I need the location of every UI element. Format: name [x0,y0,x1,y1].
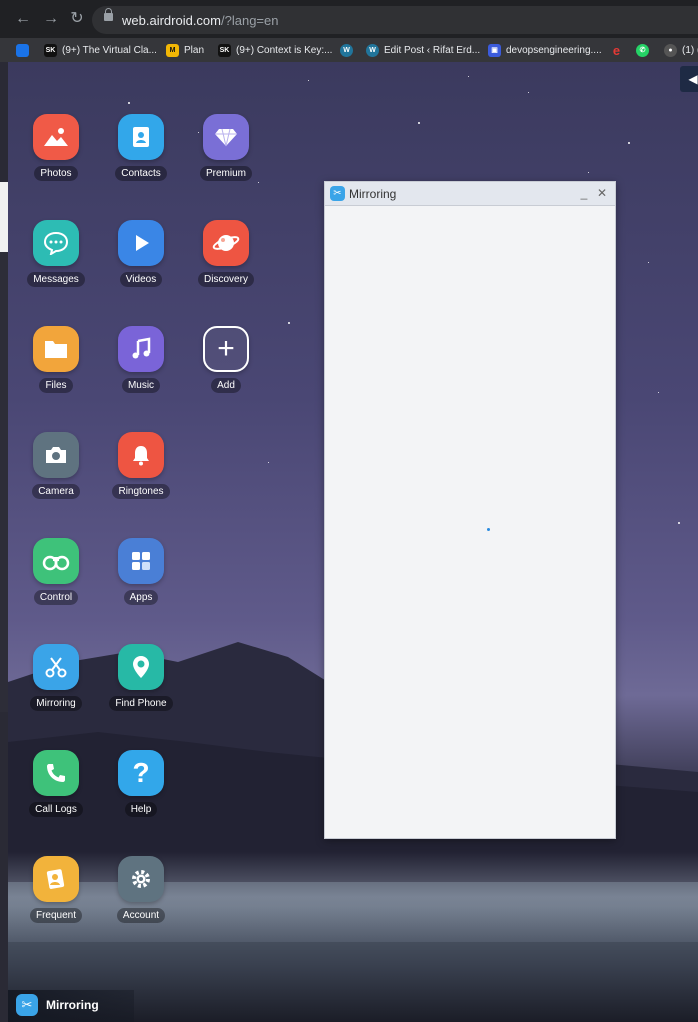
find-phone-icon [118,644,164,690]
app-add[interactable]: + Add [191,326,261,393]
chevron-left-icon: ◀ [688,72,698,86]
bookmark-item[interactable]: SK (9+) The Virtual Cla... [44,42,157,58]
messages-icon [33,220,79,266]
close-icon[interactable]: ✕ [595,185,609,201]
discovery-icon [203,220,249,266]
app-account[interactable]: Account [106,856,176,923]
e-icon: e [612,42,621,58]
wordpress-icon: W [366,43,379,57]
contacts-icon [118,114,164,160]
loading-indicator [487,528,490,531]
ringtones-icon [118,432,164,478]
mirroring-icon: ✂ [330,186,345,201]
sk-icon: SK [44,43,57,57]
bookmark-item[interactable]: ▣ devopsengineering.... [488,42,602,58]
bookmark-item[interactable]: ✆ [636,42,654,58]
forward-icon[interactable]: → [42,10,60,28]
call-logs-icon [33,750,79,796]
whatsapp-icon: ✆ [636,43,649,57]
person-icon: ● [664,43,677,57]
app-call-logs[interactable]: Call Logs [21,750,91,817]
bookmark-item[interactable]: W [340,42,358,58]
app-find-phone[interactable]: Find Phone [106,644,176,711]
mirroring-icon [33,644,79,690]
bookmark-item[interactable]: e [610,42,628,58]
app-camera[interactable]: Camera [21,432,91,499]
bookmark-item[interactable]: ● (1) ( [664,42,698,58]
app-videos[interactable]: Videos [106,220,176,287]
help-icon: ? [118,750,164,796]
app-apps[interactable]: Apps [106,538,176,605]
taskbar: ✂ Mirroring [8,990,134,1022]
minimize-icon[interactable]: _ [577,185,591,201]
address-bar[interactable]: web.airdroid.com/?lang=en [92,6,698,34]
mirroring-icon[interactable]: ✂ [16,994,38,1016]
bookmark-item[interactable]: W Edit Post ‹ Rifat Erd... [366,42,480,58]
app-discovery[interactable]: Discovery [191,220,261,287]
app-contacts[interactable]: Contacts [106,114,176,181]
app-premium[interactable]: Premium [191,114,261,181]
cube-icon [16,43,29,57]
premium-icon [203,114,249,160]
app-ringtones[interactable]: Ringtones [106,432,176,499]
apps-icon [118,538,164,584]
left-window-edge [0,62,8,1022]
app-frequent[interactable]: Frequent [21,856,91,923]
bookmark-item[interactable] [16,42,34,58]
camera-icon [33,432,79,478]
videos-icon [118,220,164,266]
app-mirroring[interactable]: Mirroring [21,644,91,711]
frequent-icon [33,856,79,902]
photos-icon [33,114,79,160]
app-photos[interactable]: Photos [21,114,91,181]
add-icon: + [203,326,249,372]
app-control[interactable]: Control [21,538,91,605]
taskbar-item-mirroring[interactable]: Mirroring [46,998,99,1012]
bookmark-item[interactable]: SK (9+) Context is Key:... [218,42,332,58]
collapse-panel-button[interactable]: ◀ [680,66,698,92]
lock-icon [104,8,113,21]
plan-icon: M [166,43,179,57]
reload-icon[interactable]: ↻ [68,10,86,28]
app-files[interactable]: Files [21,326,91,393]
mirroring-window-titlebar[interactable]: ✂ Mirroring _ ✕ [325,182,615,206]
bookmark-item[interactable]: M Plan [166,42,204,58]
control-icon [33,538,79,584]
music-icon [118,326,164,372]
wordpress-icon: W [340,43,353,57]
url-text: web.airdroid.com/?lang=en [122,13,279,28]
app-help[interactable]: ? Help [106,750,176,817]
app-messages[interactable]: Messages [21,220,91,287]
browser-toolbar: ← → ↻ web.airdroid.com/?lang=en [0,0,698,38]
bookmarks-bar: SK (9+) The Virtual Cla... M Plan SK (9+… [0,38,698,63]
account-icon [118,856,164,902]
back-icon[interactable]: ← [14,10,32,28]
mirroring-window[interactable]: ✂ Mirroring _ ✕ [324,181,616,839]
sk-icon: SK [218,43,231,57]
app-music[interactable]: Music [106,326,176,393]
devops-icon: ▣ [488,43,501,57]
mirroring-window-title: Mirroring [349,187,397,201]
files-icon [33,326,79,372]
